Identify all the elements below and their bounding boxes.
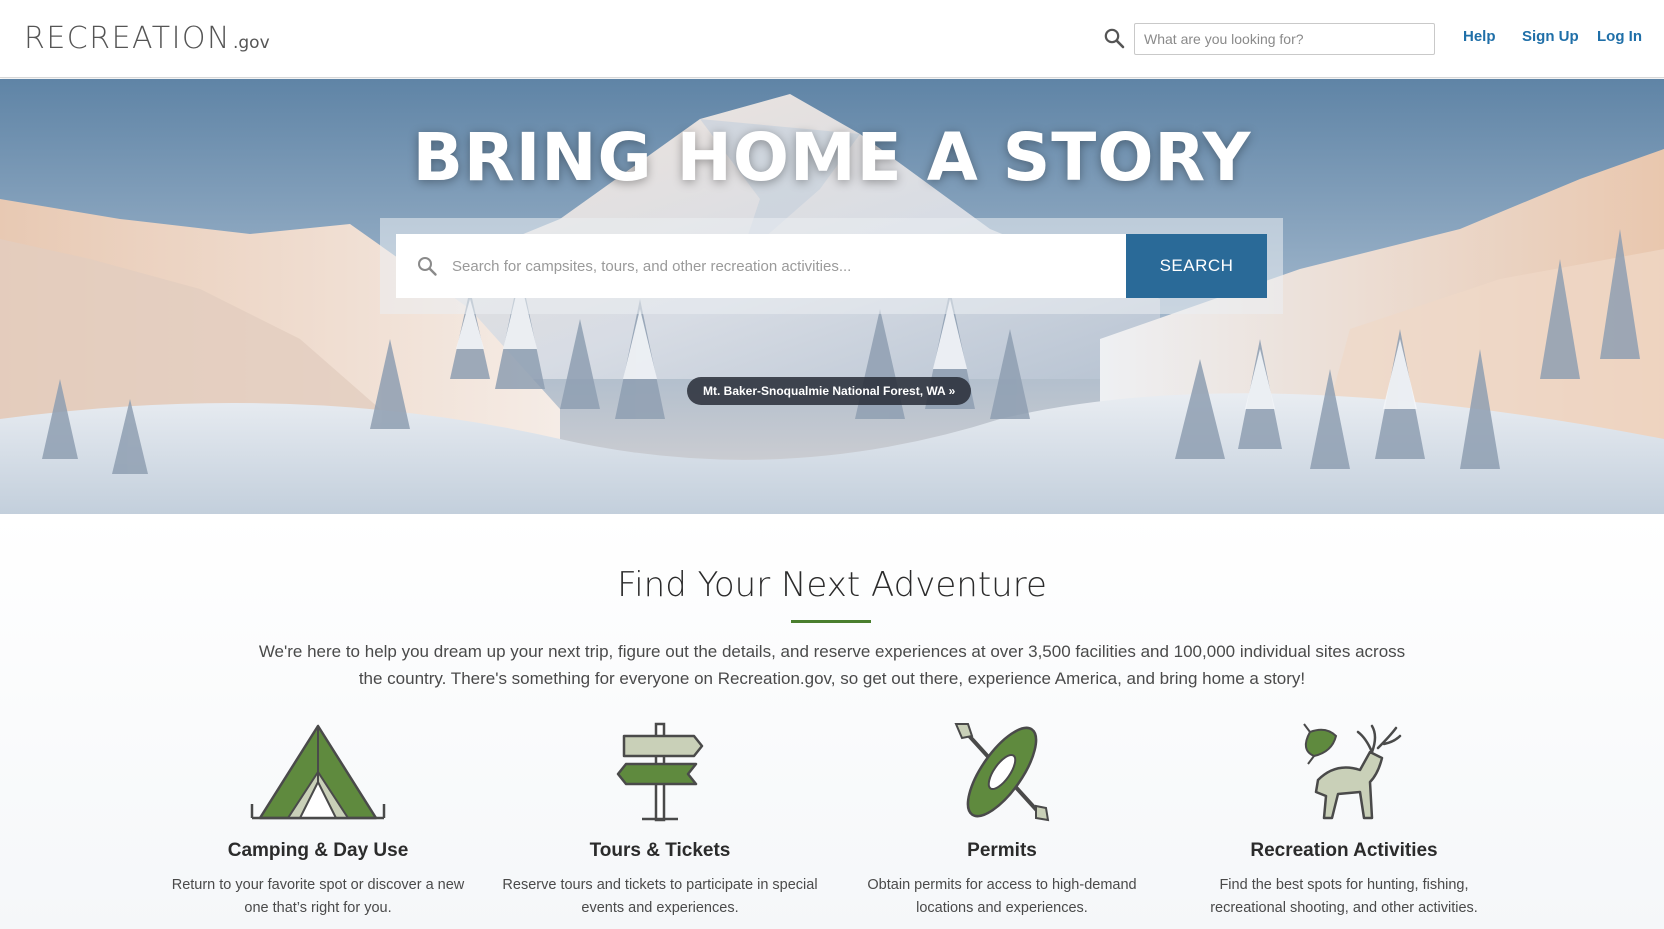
card-description: Find the best spots for hunting, fishing…: [1210, 877, 1478, 916]
signpost-icon: [616, 722, 704, 822]
site-logo[interactable]: RECREATION .gov: [24, 20, 270, 56]
card-tours[interactable]: Tours & Tickets Reserve tours and ticket…: [500, 722, 820, 920]
kayak-icon: [954, 723, 1050, 822]
card-title: Tours & Tickets: [589, 840, 731, 861]
search-icon: [418, 257, 437, 276]
nav-signup-link[interactable]: Sign Up: [1522, 28, 1579, 45]
card-description: Return to your favorite spot or discover…: [171, 877, 465, 916]
card-camping[interactable]: Camping & Day Use Return to your favorit…: [158, 722, 478, 920]
card-description: Obtain permits for access to high-demand…: [867, 877, 1137, 916]
deer-fish-icon: [1303, 723, 1402, 820]
card-title: Camping & Day Use: [227, 840, 409, 861]
hero-search-panel: SEARCH: [380, 218, 1283, 314]
nav-login-link[interactable]: Log In: [1597, 28, 1642, 45]
card-description: Reserve tours and tickets to participate…: [502, 877, 818, 916]
logo-wordmark: RECREATION: [24, 21, 231, 56]
section-intro: We're here to help you dream up your nex…: [258, 642, 1406, 688]
card-title: Permits: [967, 840, 1037, 861]
card-activities[interactable]: Recreation Activities Find the best spot…: [1184, 722, 1504, 920]
hero-search-input[interactable]: [452, 234, 1112, 298]
site-header: RECREATION .gov Help Sign Up Log In: [0, 0, 1664, 78]
logo-suffix: .gov: [232, 33, 270, 53]
hero-search-button[interactable]: SEARCH: [1126, 234, 1267, 298]
section-divider: [791, 620, 871, 623]
adventure-section: Find Your Next Adventure We're here to h…: [0, 514, 1664, 929]
card-title: Recreation Activities: [1250, 840, 1438, 861]
section-title: Find Your Next Adventure: [617, 565, 1047, 605]
tent-icon: [250, 724, 386, 820]
hero-title: BRING HOME A STORY: [412, 119, 1252, 196]
search-icon[interactable]: [1103, 27, 1125, 49]
hero-banner: BRING HOME A STORY SEARCH Mt. Baker-Snoq…: [0, 79, 1664, 514]
card-permits[interactable]: Permits Obtain permits for access to hig…: [842, 722, 1162, 920]
photo-location-link[interactable]: Mt. Baker-Snoqualmie National Forest, WA…: [687, 377, 972, 405]
header-search-input[interactable]: [1134, 23, 1435, 55]
nav-help-link[interactable]: Help: [1463, 28, 1496, 45]
hero-search-box: [396, 234, 1126, 298]
